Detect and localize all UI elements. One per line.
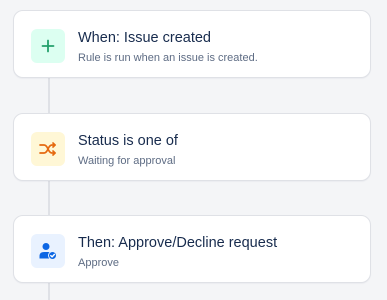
condition-step-card[interactable]: Status is one of Waiting for approval: [13, 113, 371, 181]
step-subtitle: Waiting for approval: [78, 155, 176, 167]
step-title: Status is one of: [78, 133, 178, 149]
step-subtitle: Approve: [78, 257, 119, 269]
connector-line: [48, 283, 50, 300]
action-step-card[interactable]: Then: Approve/Decline request Approve: [13, 215, 371, 283]
user-check-icon: [39, 243, 57, 260]
plus-icon: [41, 39, 55, 53]
step-title: When: Issue created: [78, 30, 211, 46]
connector-line: [48, 78, 50, 113]
step-subtitle: Rule is run when an issue is created.: [78, 52, 258, 64]
step-title: Then: Approve/Decline request: [78, 235, 278, 251]
condition-icon-tile: [31, 132, 65, 166]
shuffle-icon: [39, 142, 56, 156]
trigger-icon-tile: [31, 29, 65, 63]
action-icon-tile: [31, 234, 65, 268]
rule-flow: When: Issue created Rule is run when an …: [0, 0, 387, 300]
connector-line: [48, 181, 50, 215]
trigger-step-card[interactable]: When: Issue created Rule is run when an …: [13, 10, 371, 78]
